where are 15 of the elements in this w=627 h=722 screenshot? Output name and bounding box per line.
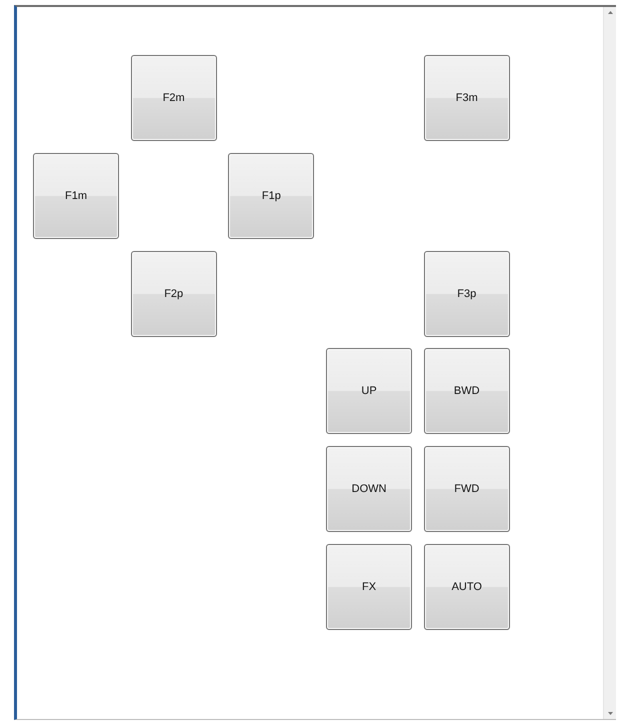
control-button[interactable]: FX bbox=[326, 544, 412, 630]
control-button[interactable]: BWD bbox=[424, 348, 510, 434]
control-button[interactable]: DOWN bbox=[326, 446, 412, 532]
scroll-down-icon[interactable] bbox=[608, 712, 612, 715]
control-button[interactable]: F3m bbox=[424, 55, 510, 141]
vertical-scrollbar[interactable] bbox=[603, 7, 616, 719]
control-button[interactable]: F1p bbox=[228, 152, 314, 239]
control-button[interactable]: F3p bbox=[424, 250, 510, 337]
scroll-up-icon[interactable] bbox=[608, 11, 612, 14]
control-button[interactable]: AUTO bbox=[424, 544, 510, 630]
control-button[interactable]: FWD bbox=[424, 446, 510, 532]
control-button[interactable]: F2m bbox=[130, 55, 217, 141]
control-button[interactable]: F1m bbox=[33, 152, 119, 239]
control-button[interactable]: UP bbox=[326, 348, 412, 434]
control-button[interactable]: F2p bbox=[130, 250, 217, 337]
